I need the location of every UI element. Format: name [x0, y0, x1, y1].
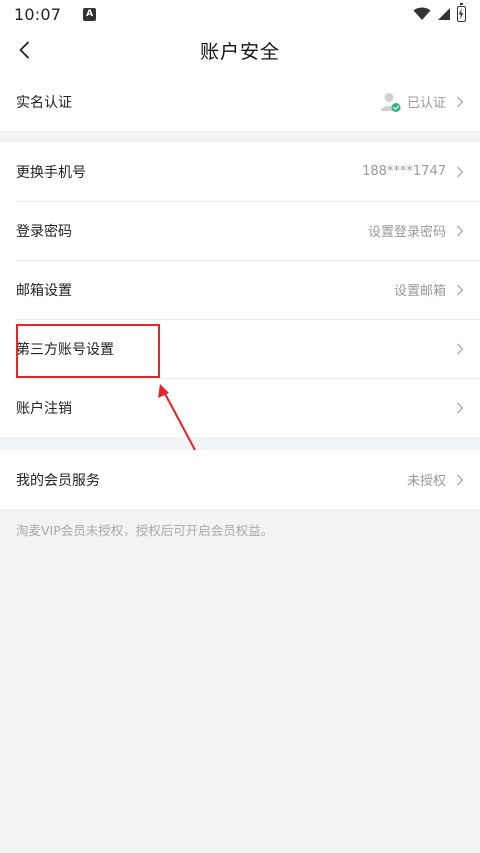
row-value: 188****1747	[362, 164, 446, 179]
chevron-right-icon	[457, 96, 464, 107]
chevron-right-icon	[457, 284, 464, 295]
row-value: 已认证	[406, 96, 446, 111]
battery-charging-icon	[457, 3, 466, 22]
row-email-settings[interactable]: 邮箱设置 设置邮箱	[0, 260, 480, 319]
row-change-phone[interactable]: 更换手机号 188****1747	[0, 142, 480, 201]
group-verification: 实名认证 已认证	[0, 72, 480, 131]
row-value: 未授权	[406, 474, 446, 489]
row-label: 账户注销	[16, 400, 72, 417]
group-account-settings: 更换手机号 188****1747 登录密码 设置登录密码 邮箱设置 设置邮箱 …	[0, 142, 480, 437]
navigation-bar: 账户安全	[0, 28, 480, 72]
membership-footnote: 淘麦VIP会员未授权，授权后可开启会员权益。	[16, 523, 274, 538]
chevron-right-icon	[457, 474, 464, 485]
chevron-right-icon	[457, 225, 464, 236]
arrow-pointer	[158, 384, 196, 451]
a-app-icon: A	[83, 7, 97, 21]
row-value: 设置登录密码	[367, 225, 446, 240]
chevron-right-icon	[457, 343, 464, 354]
verified-user-icon	[379, 91, 401, 113]
row-label: 更换手机号	[16, 164, 86, 181]
row-account-cancellation[interactable]: 账户注销	[0, 378, 480, 437]
row-value: 设置邮箱	[393, 284, 446, 299]
status-time: 10:07	[14, 4, 62, 24]
group-membership: 我的会员服务 未授权	[0, 450, 480, 509]
row-label: 我的会员服务	[16, 472, 100, 489]
row-label: 登录密码	[16, 223, 72, 240]
status-bar: 10:07 A	[0, 0, 480, 28]
page-title: 账户安全	[199, 40, 280, 63]
row-login-password[interactable]: 登录密码 设置登录密码	[0, 201, 480, 260]
wifi-icon	[413, 7, 431, 20]
row-label: 实名认证	[16, 94, 72, 111]
row-label: 邮箱设置	[16, 282, 72, 299]
row-member-service[interactable]: 我的会员服务 未授权	[0, 450, 480, 509]
signal-icon	[438, 8, 450, 20]
status-icons	[413, 3, 466, 22]
row-real-name-verification[interactable]: 实名认证 已认证	[0, 72, 480, 131]
back-button[interactable]	[8, 34, 40, 66]
highlight-box	[16, 324, 160, 378]
chevron-right-icon	[457, 166, 464, 177]
chevron-left-icon	[19, 41, 29, 59]
chevron-right-icon	[457, 402, 464, 413]
